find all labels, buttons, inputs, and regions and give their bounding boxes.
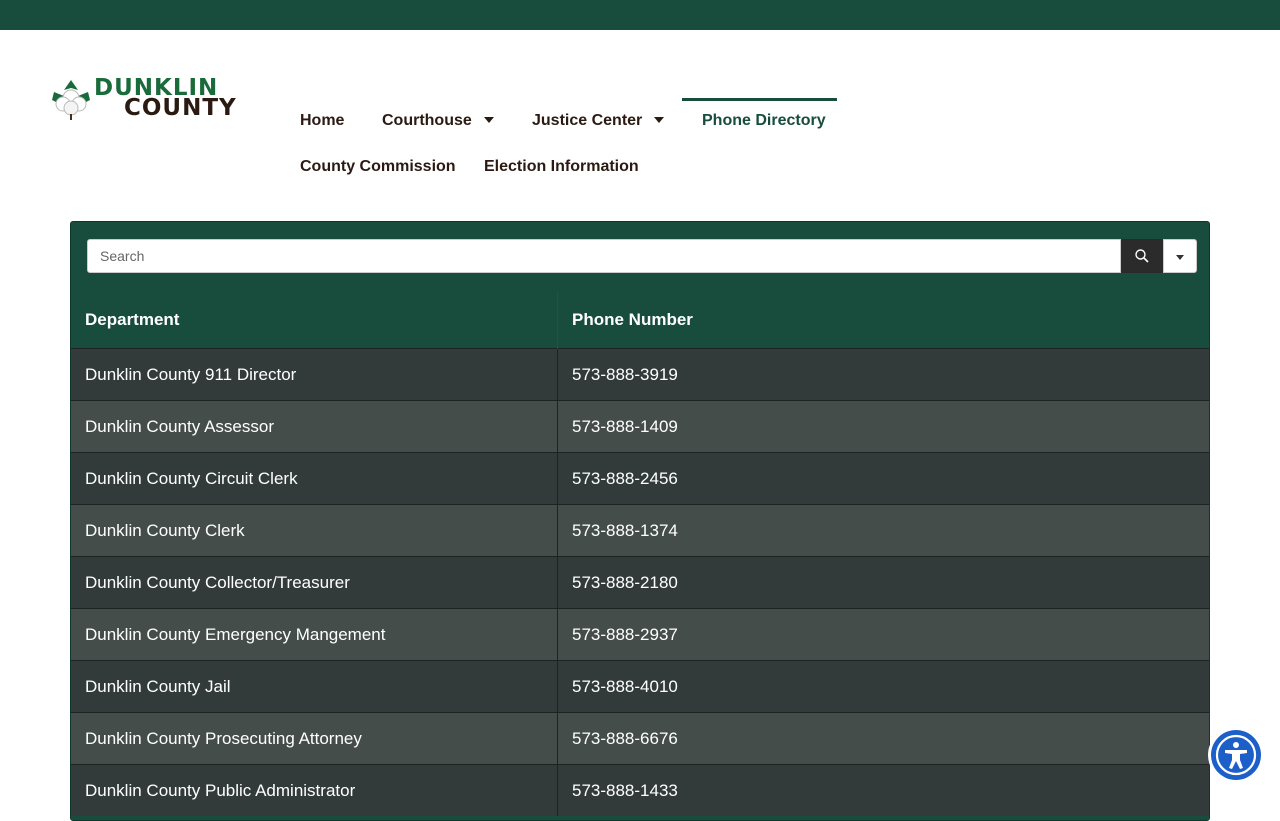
table-header-row: Department Phone Number [71,292,1209,349]
table-row: Dunklin County Collector/Treasurer 573-8… [71,556,1209,609]
search-options-button[interactable] [1163,239,1197,273]
table-row: Dunklin County Jail 573-888-4010 [71,660,1209,713]
accessibility-icon [1215,734,1257,776]
phone-cell: 573-888-1374 [557,504,1209,557]
nav-item-label: Phone Directory [702,112,826,129]
nav-item-label: Home [300,112,345,129]
table-row: Dunklin County Prosecuting Attorney 573-… [71,712,1209,765]
table-row: Dunklin County Circuit Clerk 573-888-245… [71,452,1209,505]
phone-cell: 573-888-1409 [557,400,1209,453]
phone-cell: 573-888-4010 [557,660,1209,713]
cotton-boll-icon [52,80,90,120]
nav-item-label: County Commission [300,158,456,175]
nav-item-justice-center[interactable]: Justice Center [512,98,684,144]
table-row: Dunklin County 911 Director 573-888-3919 [71,348,1209,401]
caret-down-icon [1176,255,1184,260]
chevron-down-icon [654,116,665,123]
search-button[interactable] [1121,239,1163,273]
nav-item-courthouse[interactable]: Courthouse [362,98,514,144]
logo-text: DUNKLIN COUNTY [94,77,237,121]
directory-table: Department Phone Number Dunklin County 9… [71,292,1209,816]
nav-item-label: Courthouse [382,112,472,129]
nav-item-phone-directory[interactable]: Phone Directory [682,98,837,144]
department-cell: Dunklin County Emergency Mangement [71,608,558,661]
nav-item-home[interactable]: Home [280,98,364,144]
chevron-down-icon [483,116,494,123]
search-input[interactable] [87,239,1121,273]
department-cell: Dunklin County Jail [71,660,558,713]
table-row: Dunklin County Public Administrator 573-… [71,764,1209,816]
phone-cell: 573-888-6676 [557,712,1209,765]
phone-cell: 573-888-2937 [557,608,1209,661]
search-icon [1135,249,1149,263]
department-cell: Dunklin County Circuit Clerk [71,452,558,505]
nav-item-county-commission[interactable]: County Commission [280,144,476,190]
phone-cell: 573-888-3919 [557,348,1209,401]
logo-line-2: COUNTY [124,95,237,121]
column-header-department[interactable]: Department [71,292,558,349]
department-cell: Dunklin County Public Administrator [71,764,558,816]
phone-cell: 573-888-1433 [557,764,1209,816]
table-row: Dunklin County Clerk 573-888-1374 [71,504,1209,557]
phone-cell: 573-888-2456 [557,452,1209,505]
site-logo[interactable]: DUNKLIN COUNTY [50,77,236,122]
phone-cell: 573-888-2180 [557,556,1209,609]
nav-item-election-information[interactable]: Election Information [464,144,659,190]
search-bar [87,239,1197,273]
nav-item-label: Justice Center [532,112,643,129]
table-row: Dunklin County Emergency Mangement 573-8… [71,608,1209,661]
table-row: Dunklin County Assessor 573-888-1409 [71,400,1209,453]
department-cell: Dunklin County Collector/Treasurer [71,556,558,609]
phone-directory: Department Phone Number Dunklin County 9… [70,221,1210,821]
department-cell: Dunklin County Prosecuting Attorney [71,712,558,765]
department-cell: Dunklin County 911 Director [71,348,558,401]
top-bar [0,0,1280,30]
nav-item-label: Election Information [484,158,639,175]
department-cell: Dunklin County Assessor [71,400,558,453]
column-header-phone[interactable]: Phone Number [557,292,1209,349]
accessibility-button[interactable] [1208,727,1264,783]
department-cell: Dunklin County Clerk [71,504,558,557]
